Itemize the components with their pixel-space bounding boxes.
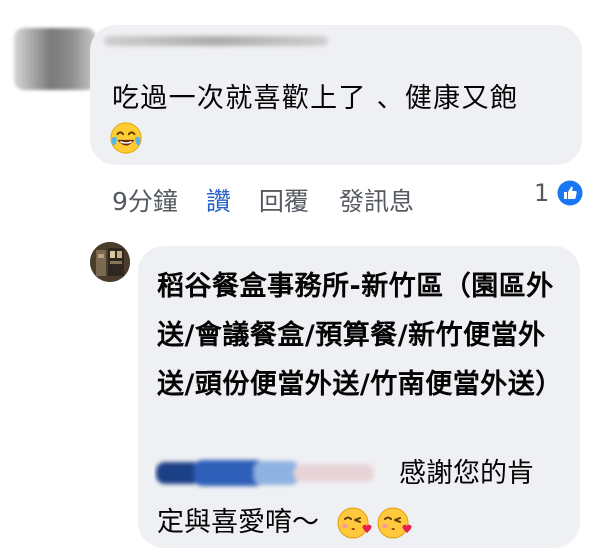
kissing-heart-emoji-icon <box>377 507 412 539</box>
reply-author-name[interactable]: 稻谷餐盒事務所-新竹區（園區外送/會議餐盒/預算餐/新竹便當外送/頭份便當外送/… <box>157 262 567 409</box>
reply-text-line2: 定與喜愛唷～ <box>157 507 319 538</box>
send-message-link[interactable]: 發訊息 <box>339 182 414 218</box>
like-link[interactable]: 讚 <box>206 182 231 218</box>
reaction-count[interactable]: 1 <box>534 175 549 211</box>
comment-timestamp[interactable]: 9分鐘 <box>112 182 178 218</box>
reply-text-line1: 感謝您的肯 <box>399 458 534 489</box>
like-icon[interactable] <box>557 180 583 206</box>
comment-text: 吃過一次就喜歡上了 、健康又飽 <box>112 83 519 114</box>
reply-link[interactable]: 回覆 <box>259 182 309 218</box>
comment-actions: 9分鐘 讚 回覆 發訊息 <box>112 180 414 220</box>
reply-author-avatar[interactable] <box>90 242 130 282</box>
tears-of-joy-emoji-icon <box>110 122 142 154</box>
kissing-heart-emoji-icon <box>337 507 372 539</box>
commenter-avatar[interactable] <box>14 28 96 90</box>
comment-thread: 吃過一次就喜歡上了 、健康又飽 9分鐘 讚 回覆 發訊息 1 稻谷餐盒事務所-新… <box>0 0 600 553</box>
commenter-name[interactable] <box>104 36 328 46</box>
mentioned-user-tag[interactable] <box>154 456 379 490</box>
